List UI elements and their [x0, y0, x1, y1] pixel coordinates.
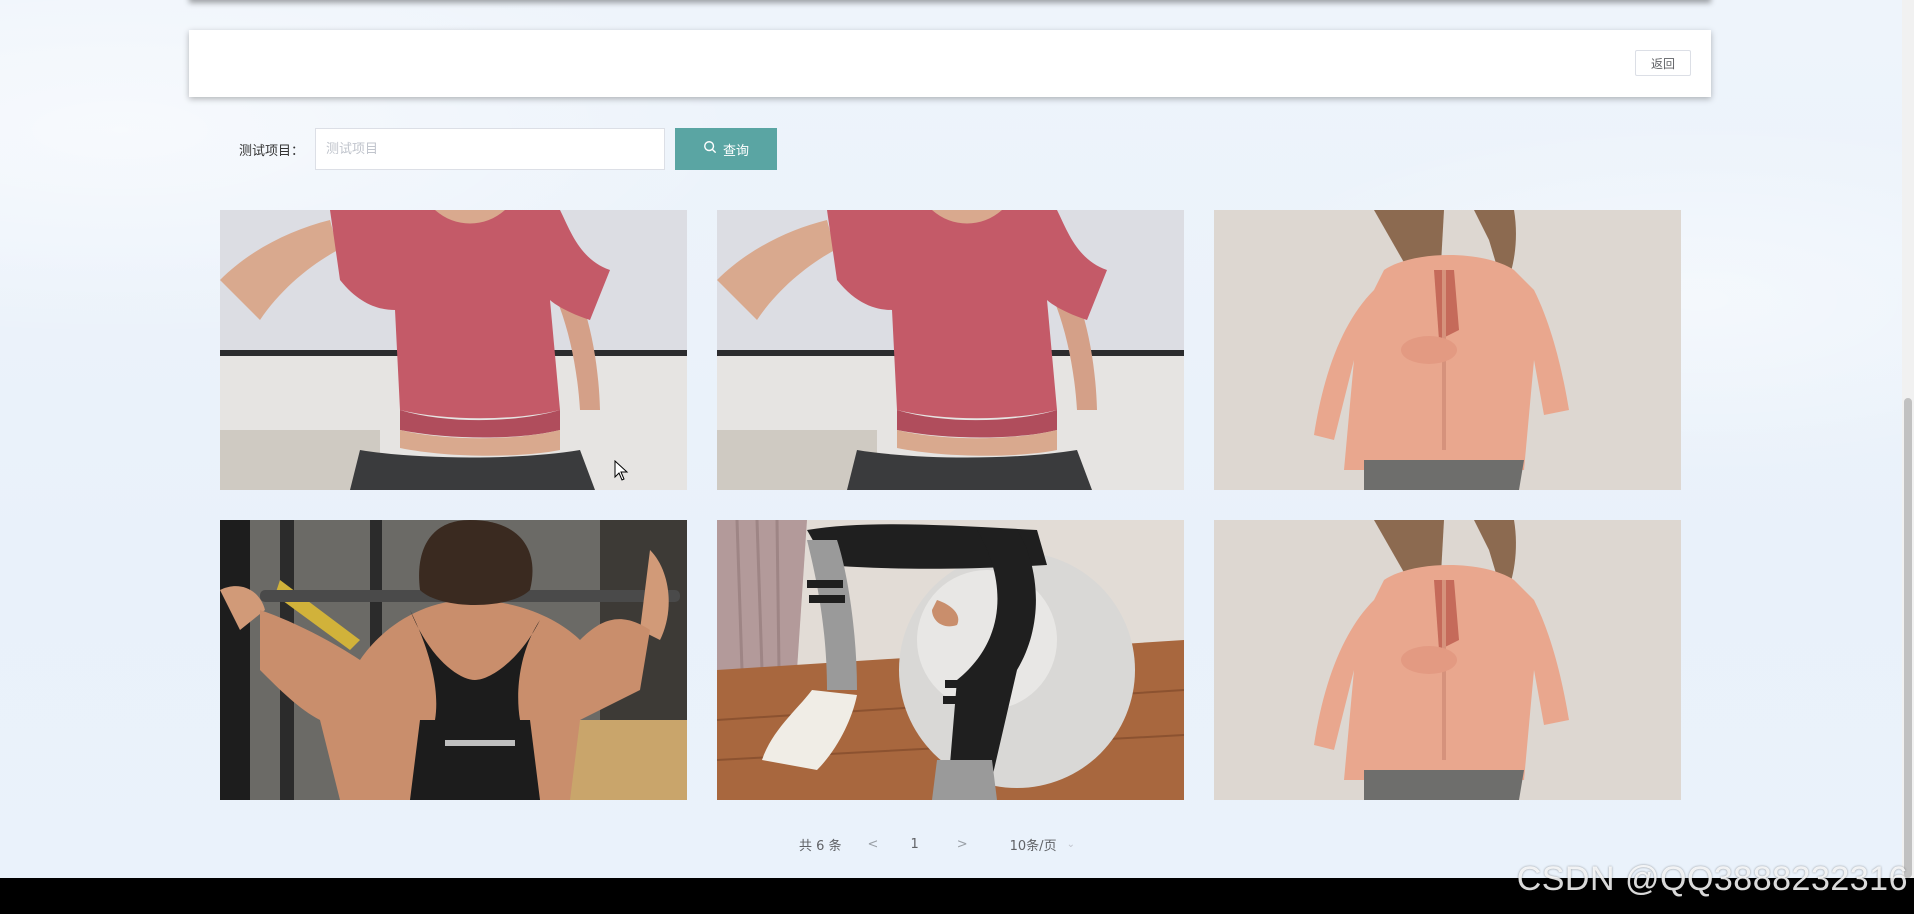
search-input[interactable] [315, 128, 666, 170]
page-size-select[interactable]: 10条/页 ⌄ [1010, 835, 1075, 854]
product-image-exercise-ball [717, 520, 1184, 800]
product-card[interactable] [220, 210, 687, 490]
search-icon [703, 140, 717, 158]
product-image-peach-longsleeve [1214, 520, 1681, 800]
scrollbar-thumb[interactable] [1904, 398, 1912, 878]
chevron-down-icon: ⌄ [1066, 838, 1075, 850]
back-button[interactable]: 返回 [1635, 50, 1691, 76]
page-size-value: 10条/页 [1009, 838, 1057, 854]
scrollbar[interactable] [1902, 0, 1914, 878]
product-card[interactable] [717, 210, 1184, 490]
product-image-peach-longsleeve [1214, 210, 1681, 490]
product-card[interactable] [1214, 210, 1681, 490]
product-image-pink-tshirt [220, 210, 687, 490]
product-card[interactable] [220, 520, 687, 800]
pagination-total: 共 6 条 [799, 838, 842, 854]
product-image-pink-tshirt [717, 210, 1184, 490]
pagination-page-1[interactable]: 1 [910, 837, 918, 852]
pagination: 共 6 条 < 1 > 10条/页 ⌄ [799, 835, 1075, 854]
search-label: 测试项目： [239, 143, 305, 159]
header-panel: 返回 [189, 30, 1711, 97]
search-bar: 测试项目： 查询 [239, 128, 778, 170]
product-image-black-tank [220, 520, 687, 800]
pagination-next-button[interactable]: > [957, 837, 968, 852]
search-button-label: 查询 [723, 143, 750, 159]
product-card[interactable] [717, 520, 1184, 800]
search-button[interactable]: 查询 [675, 128, 778, 170]
product-grid [220, 210, 1681, 800]
pagination-prev-button[interactable]: < [868, 837, 879, 852]
product-card[interactable] [1214, 520, 1681, 800]
watermark: CSDN @QQ3888232316 [1516, 860, 1908, 898]
